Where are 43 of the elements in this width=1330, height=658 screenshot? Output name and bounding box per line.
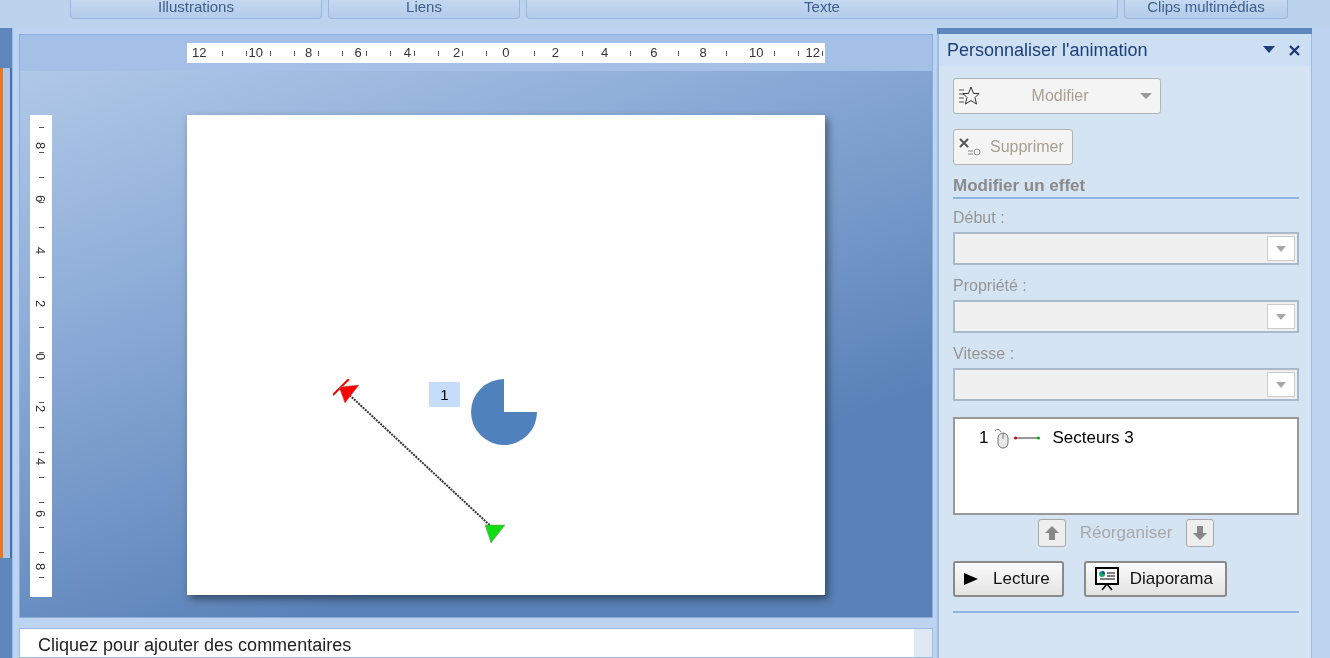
- caret-icon: [1276, 381, 1286, 388]
- pie-shape[interactable]: [470, 378, 538, 446]
- ruler-number: 4: [34, 247, 48, 255]
- ribbon-group-label: Clips multimédias: [1124, 0, 1288, 19]
- ribbon-group-label: Texte: [526, 0, 1118, 19]
- caret-icon: [1140, 92, 1152, 100]
- remove-effect-icon: [958, 137, 982, 157]
- play-button[interactable]: Lecture: [953, 561, 1064, 597]
- ruler-number: 2: [34, 405, 48, 413]
- slideshow-button[interactable]: Diaporama: [1083, 561, 1227, 597]
- reorder-label: Réorganiser: [1079, 523, 1173, 543]
- ruler-number: 6: [34, 194, 48, 202]
- notes-prompt: Cliquez pour ajouter des commentaires: [37, 634, 352, 657]
- task-pane-title: Personnaliser l'animation: [947, 39, 1149, 61]
- animation-order-tag[interactable]: 1: [429, 382, 460, 407]
- caret-icon: [1276, 245, 1286, 252]
- section-heading: Modifier un effet: [953, 176, 1299, 199]
- ruler-number: 4: [34, 457, 48, 465]
- ruler-number: 6: [34, 510, 48, 518]
- ruler-number: 0: [34, 352, 48, 360]
- field-label: Vitesse :: [953, 345, 1015, 363]
- ruler-number: 2: [34, 299, 48, 307]
- star-effect-icon: [958, 86, 980, 106]
- ruler-number: 8: [34, 562, 48, 571]
- motion-path-icon: [1014, 435, 1041, 441]
- up-arrow-icon: [1043, 525, 1060, 541]
- close-icon[interactable]: [1288, 43, 1301, 57]
- ribbon-group-label: Liens: [328, 0, 520, 19]
- animation-name: Secteurs 3: [1052, 428, 1134, 448]
- play-icon: [963, 571, 979, 587]
- notes-pane[interactable]: Cliquez pour ajouter des commentaires: [19, 628, 933, 658]
- field-label: Propriété :: [953, 277, 1027, 295]
- animation-list-item[interactable]: 1 Secteurs 3: [979, 427, 1273, 449]
- down-arrow-icon: [1192, 525, 1209, 541]
- mouse-icon: [992, 427, 1011, 449]
- ruler-number: 8: [34, 141, 48, 150]
- caret-icon: [1276, 313, 1286, 320]
- dropdown-arrow-icon[interactable]: [1262, 45, 1276, 55]
- move-down-button[interactable]: [1186, 519, 1215, 547]
- animation-order: 1: [979, 428, 989, 448]
- field-label: Début :: [953, 209, 1005, 227]
- ribbon-group-label: Illustrations: [70, 0, 322, 19]
- projection-screen-icon: [1093, 567, 1120, 591]
